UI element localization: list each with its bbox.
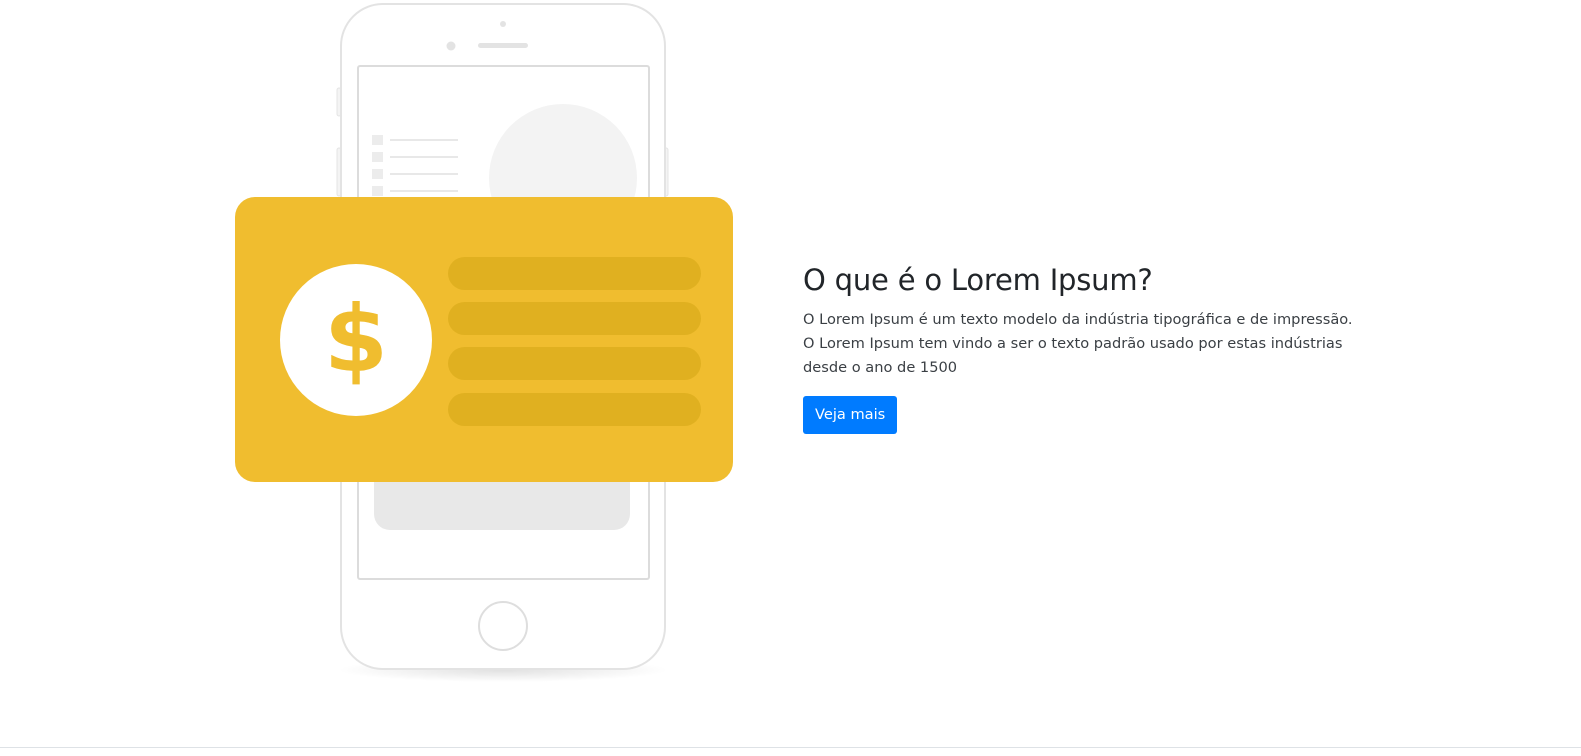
hero-description: O Lorem Ipsum é um texto modelo da indús… xyxy=(803,311,1353,376)
bottom-divider xyxy=(0,747,1581,748)
phone-sensor xyxy=(500,21,506,27)
phone-home-button xyxy=(478,601,528,651)
card-line xyxy=(448,347,701,380)
phone-speaker xyxy=(478,43,528,48)
hero-heading: O que é o Lorem Ipsum? xyxy=(803,263,1153,297)
card-line xyxy=(448,302,701,335)
card-line xyxy=(448,257,701,290)
page: $ O que é o Lorem Ipsum? O Lorem Ipsum é… xyxy=(0,0,1581,756)
phone-camera xyxy=(446,41,456,51)
hero-content: O que é o Lorem Ipsum? O Lorem Ipsum é u… xyxy=(803,262,1363,434)
payment-illustration: $ xyxy=(220,0,760,700)
dollar-coin-icon: $ xyxy=(323,286,388,393)
card-line xyxy=(448,393,701,426)
see-more-button[interactable]: Veja mais xyxy=(803,396,898,434)
